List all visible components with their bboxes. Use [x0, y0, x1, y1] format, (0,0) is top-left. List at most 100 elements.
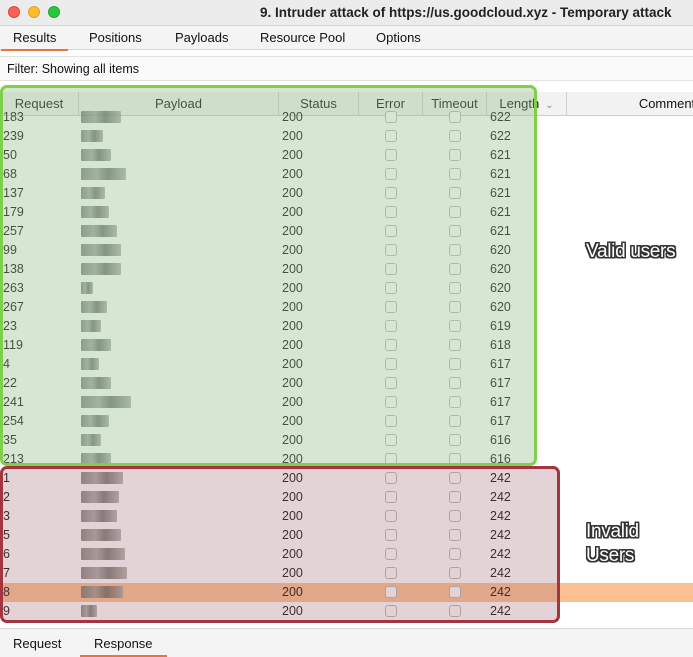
- error-checkbox: [385, 282, 397, 294]
- timeout-checkbox: [449, 396, 461, 408]
- length-cell: 618: [490, 338, 511, 352]
- table-row[interactable]: 4 200 617: [0, 355, 693, 374]
- main-tabs: Results Positions Payloads Resource Pool…: [0, 26, 693, 51]
- payload-redacted: [81, 111, 121, 123]
- tab-results[interactable]: Results: [0, 30, 69, 51]
- error-checkbox: [385, 377, 397, 389]
- status-cell: 200: [282, 433, 303, 447]
- table-row[interactable]: 267 200 620: [0, 298, 693, 317]
- timeout-checkbox: [449, 415, 461, 427]
- table-row[interactable]: 23 200 619: [0, 317, 693, 336]
- table-row[interactable]: 8 200 242: [0, 583, 693, 602]
- table-row[interactable]: 2 200 242: [0, 488, 693, 507]
- timeout-checkbox: [449, 263, 461, 275]
- error-checkbox: [385, 244, 397, 256]
- timeout-checkbox: [449, 472, 461, 484]
- invalid-annotation-line1: Invalid: [586, 521, 639, 542]
- timeout-checkbox: [449, 567, 461, 579]
- request-cell: 4: [3, 357, 10, 371]
- tab-options[interactable]: Options: [376, 30, 421, 45]
- status-cell: 200: [282, 471, 303, 485]
- timeout-checkbox: [449, 339, 461, 351]
- error-checkbox: [385, 149, 397, 161]
- table-row[interactable]: 50 200 621: [0, 146, 693, 165]
- table-row[interactable]: 179 200 621: [0, 203, 693, 222]
- request-cell: 68: [3, 167, 17, 181]
- length-cell: 617: [490, 395, 511, 409]
- length-cell: 242: [490, 547, 511, 561]
- request-cell: 22: [3, 376, 17, 390]
- error-checkbox: [385, 434, 397, 446]
- length-cell: 620: [490, 262, 511, 276]
- error-checkbox: [385, 187, 397, 199]
- error-checkbox: [385, 472, 397, 484]
- zoom-window-button[interactable]: [48, 6, 60, 18]
- table-row[interactable]: 22 200 617: [0, 374, 693, 393]
- tab-request[interactable]: Request: [13, 636, 61, 651]
- table-row[interactable]: 183 200 622: [0, 108, 693, 127]
- close-window-button[interactable]: [8, 6, 20, 18]
- status-cell: 200: [282, 224, 303, 238]
- status-cell: 200: [282, 490, 303, 504]
- length-cell: 621: [490, 205, 511, 219]
- tab-payloads[interactable]: Payloads: [175, 30, 228, 45]
- tab-resource-pool[interactable]: Resource Pool: [260, 30, 345, 45]
- table-row[interactable]: 257 200 621: [0, 222, 693, 241]
- length-cell: 621: [490, 224, 511, 238]
- error-checkbox: [385, 548, 397, 560]
- status-cell: 200: [282, 509, 303, 523]
- table-row[interactable]: 263 200 620: [0, 279, 693, 298]
- request-cell: 23: [3, 319, 17, 333]
- title-bar: 9. Intruder attack of https://us.goodclo…: [0, 0, 693, 26]
- timeout-checkbox: [449, 377, 461, 389]
- payload-redacted: [81, 301, 107, 313]
- payload-redacted: [81, 187, 105, 199]
- timeout-checkbox: [449, 605, 461, 617]
- length-cell: 621: [490, 148, 511, 162]
- payload-redacted: [81, 130, 103, 142]
- length-cell: 616: [490, 452, 511, 466]
- timeout-checkbox: [449, 282, 461, 294]
- table-row[interactable]: 241 200 617: [0, 393, 693, 412]
- status-cell: 200: [282, 148, 303, 162]
- table-row[interactable]: 9 200 242: [0, 602, 693, 621]
- status-cell: 200: [282, 205, 303, 219]
- table-row[interactable]: 35 200 616: [0, 431, 693, 450]
- length-cell: 242: [490, 490, 511, 504]
- table-row[interactable]: 119 200 618: [0, 336, 693, 355]
- minimize-window-button[interactable]: [28, 6, 40, 18]
- invalid-annotation-line2: Users: [586, 545, 635, 566]
- request-cell: 8: [3, 585, 10, 599]
- length-cell: 619: [490, 319, 511, 333]
- tab-positions[interactable]: Positions: [89, 30, 142, 45]
- table-row[interactable]: 137 200 621: [0, 184, 693, 203]
- request-cell: 267: [3, 300, 24, 314]
- length-cell: 242: [490, 471, 511, 485]
- payload-redacted: [81, 358, 99, 370]
- tab-response[interactable]: Response: [80, 636, 166, 657]
- error-checkbox: [385, 358, 397, 370]
- table-row[interactable]: 1 200 242: [0, 469, 693, 488]
- table-row[interactable]: 254 200 617: [0, 412, 693, 431]
- payload-redacted: [81, 149, 111, 161]
- timeout-checkbox: [449, 244, 461, 256]
- length-cell: 620: [490, 300, 511, 314]
- length-cell: 617: [490, 357, 511, 371]
- length-cell: 242: [490, 509, 511, 523]
- timeout-checkbox: [449, 206, 461, 218]
- payload-redacted: [81, 168, 126, 180]
- length-cell: 242: [490, 528, 511, 542]
- error-checkbox: [385, 168, 397, 180]
- length-cell: 622: [490, 110, 511, 124]
- timeout-checkbox: [449, 548, 461, 560]
- table-row[interactable]: 239 200 622: [0, 127, 693, 146]
- status-cell: 200: [282, 338, 303, 352]
- payload-redacted: [81, 244, 121, 256]
- filter-bar[interactable]: Filter: Showing all items: [0, 56, 693, 81]
- table-row[interactable]: 213 200 616: [0, 450, 693, 469]
- status-cell: 200: [282, 452, 303, 466]
- timeout-checkbox: [449, 453, 461, 465]
- timeout-checkbox: [449, 510, 461, 522]
- table-row[interactable]: 68 200 621: [0, 165, 693, 184]
- status-cell: 200: [282, 357, 303, 371]
